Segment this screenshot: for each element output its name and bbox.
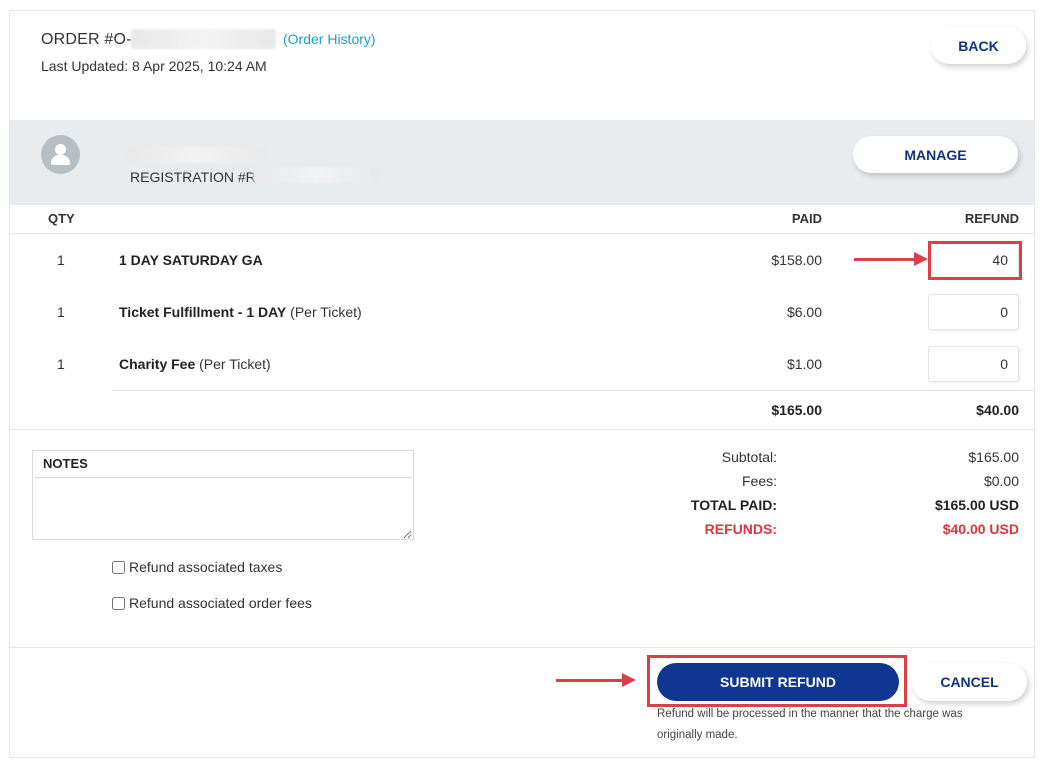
manage-button[interactable]: MANAGE [853,136,1018,173]
annotation-arrow-icon [854,252,928,266]
refund-highlight-box [928,241,1022,280]
total-paid-value: $165.00 USD [934,497,1019,513]
section-divider [10,429,1034,430]
refund-taxes-option[interactable]: Refund associated taxes [112,559,282,575]
cancel-button[interactable]: CANCEL [912,663,1027,701]
row-qty: 1 [57,252,65,268]
annotation-arrow-icon [556,673,636,687]
qty-header: QTY [48,211,75,226]
table-total-refund: $40.00 [976,402,1019,418]
refund-fees-option[interactable]: Refund associated order fees [112,595,312,611]
refund-header: REFUND [964,211,1019,226]
subtotal-value: $165.00 [968,449,1019,465]
row-paid: $6.00 [786,304,822,320]
redacted-order-id [131,29,276,49]
table-total-divider [112,390,1034,391]
fees-label: Fees: [741,473,777,489]
notes-panel: NOTES [32,450,414,540]
row-qty: 1 [57,356,65,372]
user-avatar-icon [41,135,80,174]
row-item-name: Charity Fee (Per Ticket) [119,356,271,372]
order-history-link[interactable]: (Order History) [283,31,376,47]
refunds-label: REFUNDS: [704,521,777,537]
total-paid-label: TOTAL PAID: [690,497,777,513]
row-item-name: Ticket Fulfillment - 1 DAY (Per Ticket) [119,304,362,320]
notes-label: NOTES [43,456,88,471]
redacted-attendee-name [127,147,267,163]
row-qty: 1 [57,304,65,320]
row-paid: $1.00 [786,356,822,372]
footer-divider [10,647,1034,648]
subtotal-label: Subtotal: [721,449,777,465]
refund-processing-note: Refund will be processed in the manner t… [657,708,963,741]
registration-number: REGISTRATION #R- [130,169,261,185]
redacted-registration-id [253,167,380,183]
refund-taxes-label: Refund associated taxes [129,559,283,575]
fees-value: $0.00 [983,473,1019,489]
refund-fees-label: Refund associated order fees [129,595,312,611]
row-paid: $158.00 [771,252,822,268]
row-item-name: 1 DAY SATURDAY GA [119,252,263,268]
refunds-value: $40.00 USD [942,521,1019,537]
notes-textarea[interactable] [34,477,412,539]
table-header-divider [10,233,1034,234]
last-updated-text: Last Updated: 8 Apr 2025, 10:24 AM [41,58,267,74]
refund-amount-input[interactable] [928,346,1019,382]
refund-fees-checkbox[interactable] [112,596,125,610]
order-number: ORDER #O- [41,31,132,48]
refund-taxes-checkbox[interactable] [112,560,125,574]
paid-header: PAID [791,211,822,226]
submit-highlight-box [647,655,907,707]
refund-amount-input[interactable] [928,294,1019,330]
table-total-paid: $165.00 [771,402,822,418]
back-button[interactable]: BACK [931,27,1026,64]
